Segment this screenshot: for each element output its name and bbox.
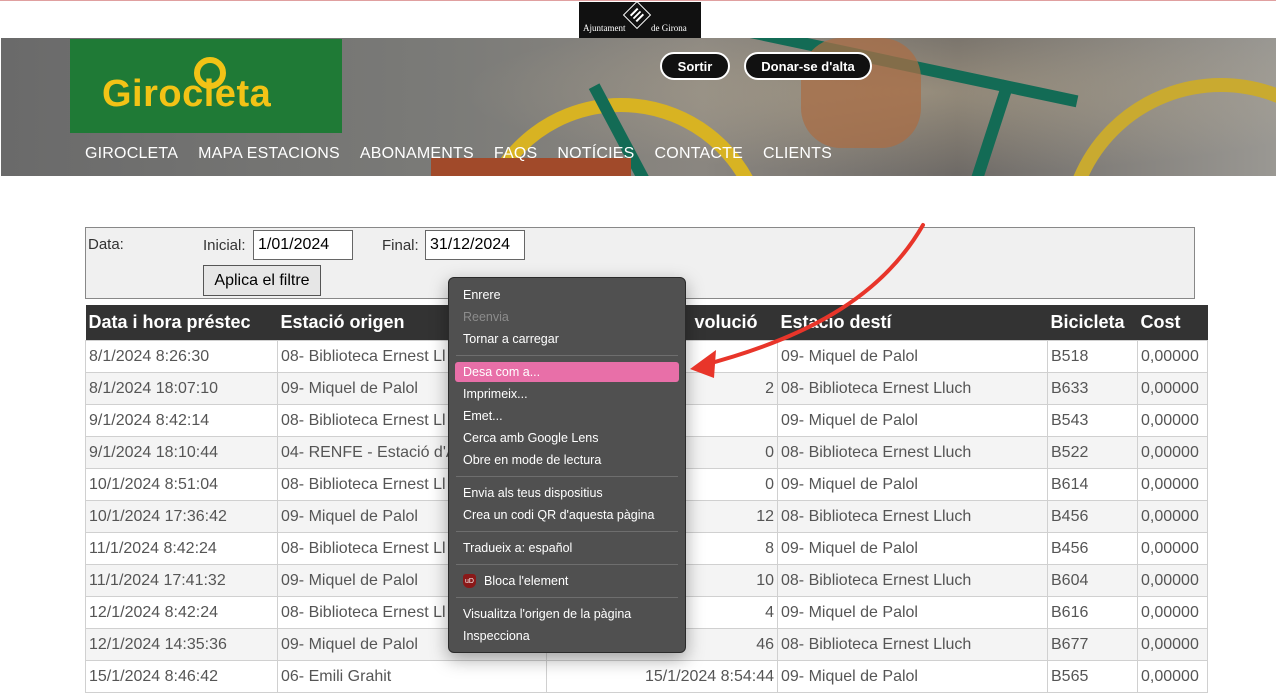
cell-cost: 0,00000	[1137, 564, 1208, 597]
ajuntament-logo[interactable]: Ajuntament de Girona	[579, 0, 701, 38]
start-date-input[interactable]: 1/01/2024	[253, 230, 353, 260]
cell-loan-datetime: 11/1/2024 17:41:32	[85, 564, 278, 597]
nav-item-faqs[interactable]: FAQS	[494, 145, 537, 163]
cell-bike: B565	[1047, 660, 1138, 693]
cell-loan-datetime: 15/1/2024 8:46:42	[85, 660, 278, 693]
cell-bike: B518	[1047, 340, 1138, 373]
menu-item-google-lens[interactable]: Cerca amb Google Lens	[463, 429, 599, 447]
cell-loan-datetime: 8/1/2024 18:07:10	[85, 372, 278, 405]
context-menu: Enrere Reenvia Tornar a carregar Desa co…	[448, 277, 686, 653]
col-header-cost[interactable]: Cost	[1137, 305, 1208, 341]
cell-bike: B677	[1047, 628, 1138, 661]
donar-alta-button[interactable]: Donar-se d'alta	[744, 52, 872, 80]
menu-item-mode-lectura[interactable]: Obre en mode de lectura	[463, 451, 601, 469]
cell-return-datetime: 15/1/2024 8:54:44	[546, 660, 778, 693]
cell-cost: 0,00000	[1137, 500, 1208, 533]
inicial-label: Inicial:	[203, 237, 246, 254]
cell-cost: 0,00000	[1137, 628, 1208, 661]
cell-destination-station: 09- Miquel de Palol	[777, 468, 1048, 501]
nav-item-clients[interactable]: CLIENTS	[763, 145, 832, 163]
menu-item-codi-qr[interactable]: Crea un codi QR d'aquesta pàgina	[463, 506, 654, 524]
menu-item-emet[interactable]: Emet...	[463, 407, 503, 425]
cell-loan-datetime: 12/1/2024 14:35:36	[85, 628, 278, 661]
cell-cost: 0,00000	[1137, 660, 1208, 693]
menu-separator	[456, 531, 678, 532]
bicycle-icon	[194, 57, 226, 89]
coat-of-arms-icon	[622, 0, 652, 30]
main-nav: GIROCLETA MAPA ESTACIONS ABONAMENTS FAQS…	[85, 145, 852, 163]
nav-item-contacte[interactable]: CONTACTE	[655, 145, 743, 163]
menu-separator	[456, 597, 678, 598]
menu-item-bloca-element[interactable]: uD Bloca l'element	[463, 572, 568, 590]
cell-destination-station: 08- Biblioteca Ernest Lluch	[777, 500, 1048, 533]
cell-loan-datetime: 9/1/2024 8:42:14	[85, 404, 278, 437]
cell-destination-station: 08- Biblioteca Ernest Lluch	[777, 564, 1048, 597]
col-header-destination-station[interactable]: Estacio destí	[777, 305, 1048, 341]
final-label: Final:	[382, 237, 419, 254]
cell-bike: B456	[1047, 532, 1138, 565]
cell-loan-datetime: 11/1/2024 8:42:24	[85, 532, 278, 565]
ublock-icon: uD	[463, 574, 476, 588]
ajuntament-text: Ajuntament	[583, 23, 626, 33]
nav-item-abonaments[interactable]: ABONAMENTS	[360, 145, 474, 163]
cell-destination-station: 09- Miquel de Palol	[777, 404, 1048, 437]
cell-destination-station: 08- Biblioteca Ernest Lluch	[777, 628, 1048, 661]
menu-item-enrere[interactable]: Enrere	[463, 286, 501, 304]
cell-loan-datetime: 10/1/2024 17:36:42	[85, 500, 278, 533]
cell-bike: B522	[1047, 436, 1138, 469]
menu-item-envia-dispositius[interactable]: Envia als teus dispositius	[463, 484, 603, 502]
col-header-bike[interactable]: Bicicleta	[1047, 305, 1138, 341]
cell-destination-station: 09- Miquel de Palol	[777, 532, 1048, 565]
cell-destination-station: 09- Miquel de Palol	[777, 660, 1048, 693]
nav-item-girocleta[interactable]: GIROCLETA	[85, 145, 178, 163]
nav-item-mapa-estacions[interactable]: MAPA ESTACIONS	[198, 145, 340, 163]
cell-bike: B604	[1047, 564, 1138, 597]
cell-destination-station: 09- Miquel de Palol	[777, 596, 1048, 629]
data-label: Data:	[88, 236, 124, 253]
cell-bike: B633	[1047, 372, 1138, 405]
menu-separator	[456, 564, 678, 565]
cell-cost: 0,00000	[1137, 468, 1208, 501]
cell-destination-station: 08- Biblioteca Ernest Lluch	[777, 436, 1048, 469]
menu-item-tradueix[interactable]: Tradueix a: español	[463, 539, 572, 557]
menu-item-desa-com-a[interactable]: Desa com a...	[463, 363, 540, 381]
cell-bike: B614	[1047, 468, 1138, 501]
cell-loan-datetime: 9/1/2024 18:10:44	[85, 436, 278, 469]
cell-cost: 0,00000	[1137, 340, 1208, 373]
menu-item-tornar-a-carregar[interactable]: Tornar a carregar	[463, 330, 559, 348]
cell-origin-station: 06- Emili Grahit	[277, 660, 547, 693]
cell-cost: 0,00000	[1137, 372, 1208, 405]
cell-loan-datetime: 10/1/2024 8:51:04	[85, 468, 278, 501]
cell-cost: 0,00000	[1137, 404, 1208, 437]
girocleta-logo[interactable]: Girocleta	[70, 39, 342, 133]
cell-bike: B616	[1047, 596, 1138, 629]
top-border	[0, 0, 1276, 1]
cell-bike: B543	[1047, 404, 1138, 437]
girona-text: de Girona	[651, 23, 687, 33]
cell-cost: 0,00000	[1137, 532, 1208, 565]
cell-cost: 0,00000	[1137, 436, 1208, 469]
nav-item-noticies[interactable]: NOTÍCIES	[557, 145, 634, 163]
cell-destination-station: 09- Miquel de Palol	[777, 340, 1048, 373]
apply-filter-button[interactable]: Aplica el filtre	[203, 265, 321, 296]
menu-item-inspecciona[interactable]: Inspecciona	[463, 627, 530, 645]
cell-cost: 0,00000	[1137, 596, 1208, 629]
cell-loan-datetime: 8/1/2024 8:26:30	[85, 340, 278, 373]
col-header-loan-datetime[interactable]: Data i hora préstec	[85, 305, 278, 341]
logo-text: Girocleta	[102, 73, 272, 115]
cell-bike: B456	[1047, 500, 1138, 533]
menu-item-imprimeix[interactable]: Imprimeix...	[463, 385, 528, 403]
end-date-input[interactable]: 31/12/2024	[425, 230, 525, 260]
cell-loan-datetime: 12/1/2024 8:42:24	[85, 596, 278, 629]
menu-item-origen-pagina[interactable]: Visualitza l'origen de la pàgina	[463, 605, 631, 623]
menu-item-reenvia[interactable]: Reenvia	[463, 308, 509, 326]
sortir-button[interactable]: Sortir	[660, 52, 730, 80]
table-row: 15/1/2024 8:46:42 06- Emili Grahit 15/1/20…	[85, 660, 1208, 693]
menu-separator	[456, 355, 678, 356]
menu-item-label: Bloca l'element	[484, 574, 569, 588]
cell-destination-station: 08- Biblioteca Ernest Lluch	[777, 372, 1048, 405]
menu-separator	[456, 476, 678, 477]
